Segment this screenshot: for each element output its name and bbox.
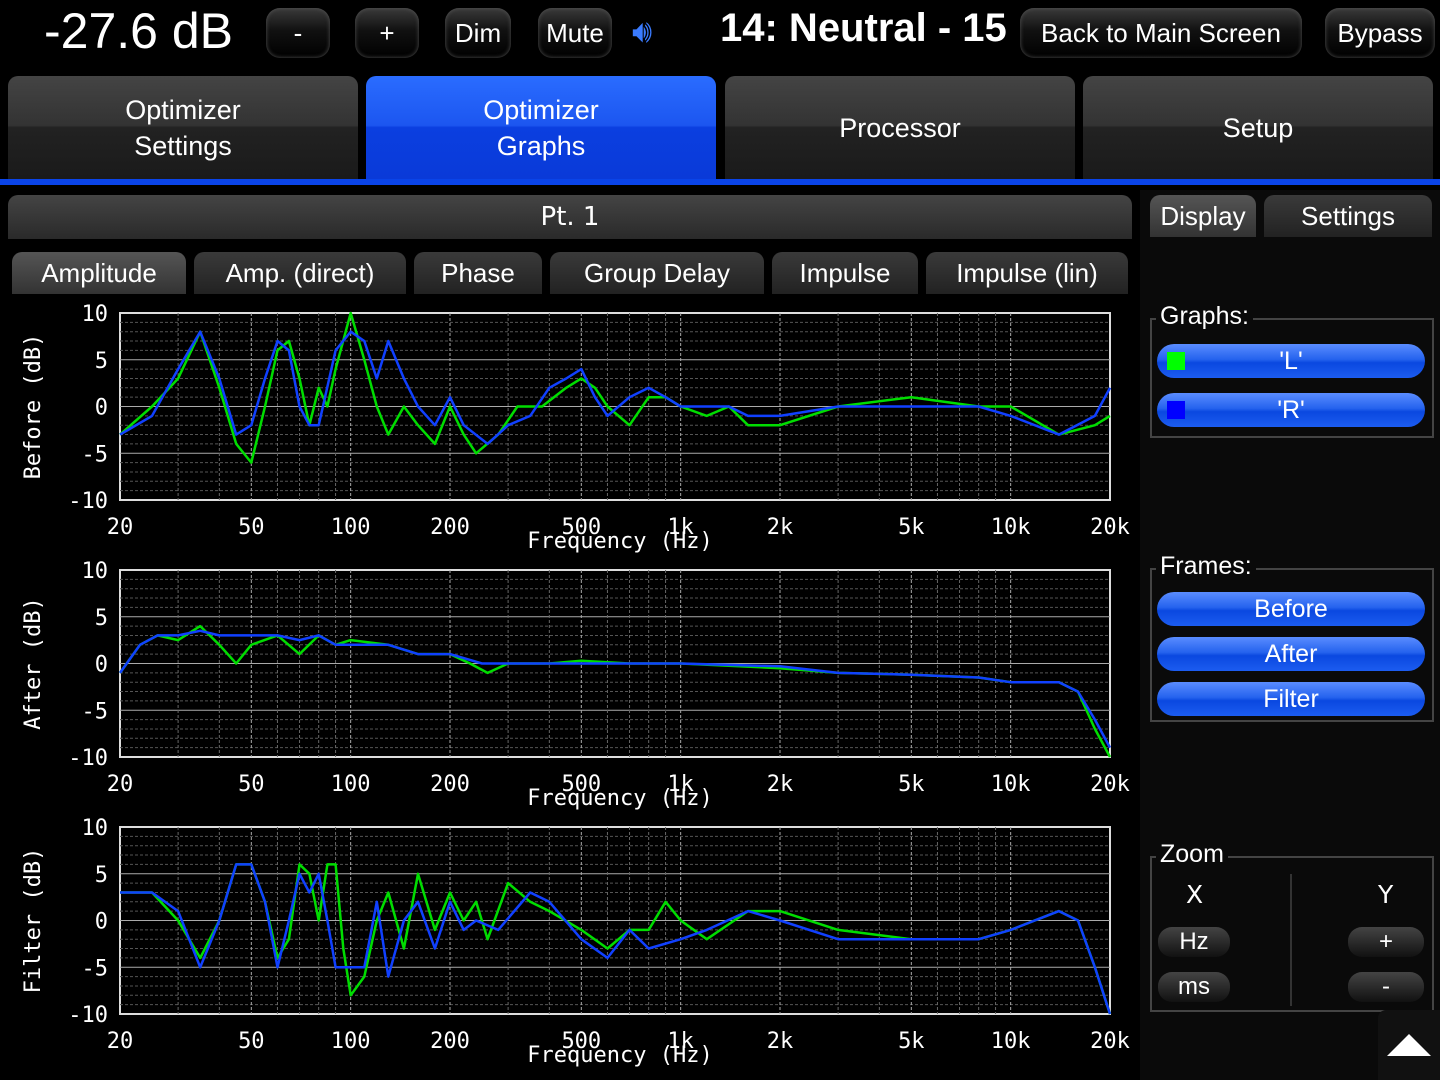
- x-axis-label: Frequency (Hz): [527, 1043, 712, 1068]
- graph-2: 1050-5-1020 50 100 200 500 1k 2k 5k 10k 20kFreque…: [21, 816, 1130, 1068]
- volume-up-button[interactable]: +: [355, 8, 419, 58]
- x-tick-label: 5k: [898, 515, 925, 540]
- subtab-phase[interactable]: Phase: [414, 252, 542, 294]
- x-axis-label: Frequency (Hz): [527, 786, 712, 811]
- zoom-y-label: Y: [1378, 880, 1394, 909]
- frame-before-button[interactable]: Before: [1157, 592, 1425, 626]
- back-to-main-button[interactable]: Back to Main Screen: [1020, 8, 1302, 58]
- x-tick-label: 200: [430, 772, 470, 797]
- y-tick-label: -5: [82, 699, 109, 724]
- side-tab-settings[interactable]: Settings: [1264, 195, 1432, 237]
- y-tick-label: 0: [95, 653, 108, 678]
- bypass-button[interactable]: Bypass: [1325, 8, 1435, 58]
- y-tick-label: 5: [95, 349, 108, 374]
- y-tick-label: -5: [82, 442, 109, 467]
- tab-setup[interactable]: Setup: [1083, 76, 1433, 179]
- x-tick-label: 20: [107, 1029, 134, 1054]
- graph-r-button[interactable]: 'R': [1157, 393, 1425, 427]
- tab-processor[interactable]: Processor: [725, 76, 1075, 179]
- x-tick-label: 5k: [898, 772, 925, 797]
- zoom-x-label: X: [1186, 880, 1204, 909]
- zoom-label: Zoom: [1156, 840, 1228, 869]
- tab-optimizer-graphs[interactable]: Optimizer Graphs: [366, 76, 716, 179]
- graph-r-label: 'R': [1277, 395, 1305, 424]
- y-tick-label: -10: [68, 746, 108, 771]
- zoom-y-in-button[interactable]: +: [1348, 927, 1424, 957]
- subtab-impulse-lin[interactable]: Impulse (lin): [926, 252, 1128, 294]
- graphs-area: 1050-5-1020 50 100 200 500 1k 2k 5k 10k 20kFreque…: [21, 302, 1130, 1068]
- x-tick-label: 10k: [991, 772, 1031, 797]
- x-tick-label: 100: [331, 1029, 371, 1054]
- blue-swatch-icon: [1167, 401, 1185, 419]
- x-tick-label: 50: [238, 1029, 265, 1054]
- graph-l-button[interactable]: 'L': [1157, 344, 1425, 378]
- mute-button[interactable]: Mute: [538, 8, 612, 58]
- subtab-impulse[interactable]: Impulse: [772, 252, 918, 294]
- x-tick-label: 200: [430, 515, 470, 540]
- y-tick-label: 10: [82, 302, 109, 327]
- frame-filter-button[interactable]: Filter: [1157, 682, 1425, 716]
- triangle-up-icon: [1387, 1034, 1431, 1056]
- graph-0: 1050-5-1020 50 100 200 500 1k 2k 5k 10k 20kFreque…: [21, 302, 1130, 554]
- graph-l-label: 'L': [1279, 346, 1303, 375]
- volume-down-button[interactable]: -: [266, 8, 330, 58]
- scroll-up-button[interactable]: [1378, 1010, 1440, 1080]
- y-tick-label: 0: [95, 910, 108, 935]
- x-tick-label: 20: [107, 772, 134, 797]
- x-tick-label: 2k: [767, 1029, 794, 1054]
- zoom-divider: [1290, 874, 1292, 1006]
- x-tick-label: 50: [238, 515, 265, 540]
- side-tab-display[interactable]: Display: [1150, 195, 1256, 237]
- frames-label: Frames:: [1156, 552, 1256, 581]
- y-axis-label: Before (dB): [21, 334, 46, 480]
- x-tick-label: 20k: [1090, 772, 1130, 797]
- y-tick-label: -5: [82, 956, 109, 981]
- x-tick-label: 20: [107, 515, 134, 540]
- green-swatch-icon: [1167, 352, 1185, 370]
- zoom-x-ms-button[interactable]: ms: [1158, 972, 1230, 1002]
- x-tick-label: 2k: [767, 515, 794, 540]
- y-tick-label: 5: [95, 606, 108, 631]
- x-tick-label: 100: [331, 515, 371, 540]
- y-axis-label: After (dB): [21, 597, 46, 729]
- graph-1: 1050-5-1020 50 100 200 500 1k 2k 5k 10k 20kFreque…: [21, 559, 1130, 811]
- y-axis-label: Filter (dB): [21, 848, 46, 994]
- x-tick-label: 2k: [767, 772, 794, 797]
- y-tick-label: 0: [95, 396, 108, 421]
- y-tick-label: -10: [68, 489, 108, 514]
- preset-title[interactable]: 14: Neutral - 15: [720, 6, 1007, 51]
- x-tick-label: 200: [430, 1029, 470, 1054]
- x-tick-label: 10k: [991, 515, 1031, 540]
- dim-button[interactable]: Dim: [445, 8, 511, 58]
- x-tick-label: 20k: [1090, 1029, 1130, 1054]
- x-tick-label: 50: [238, 772, 265, 797]
- volume-readout: -27.6 dB: [44, 3, 234, 59]
- point-header[interactable]: Pt. 1: [8, 195, 1132, 239]
- subtab-amplitude[interactable]: Amplitude: [12, 252, 186, 294]
- x-axis-label: Frequency (Hz): [527, 529, 712, 554]
- subtab-group-delay[interactable]: Group Delay: [550, 252, 764, 294]
- x-tick-label: 100: [331, 772, 371, 797]
- subtab-amp-direct[interactable]: Amp. (direct): [194, 252, 406, 294]
- tab-optimizer-settings[interactable]: Optimizer Settings: [8, 76, 358, 179]
- zoom-y-out-button[interactable]: -: [1348, 972, 1424, 1002]
- zoom-x-hz-button[interactable]: Hz: [1158, 927, 1230, 957]
- frame-after-button[interactable]: After: [1157, 637, 1425, 671]
- y-tick-label: 10: [82, 559, 109, 584]
- y-tick-label: -10: [68, 1003, 108, 1028]
- tab-divider: [0, 179, 1440, 185]
- x-tick-label: 20k: [1090, 515, 1130, 540]
- graphs-label: Graphs:: [1156, 302, 1253, 331]
- y-tick-label: 10: [82, 816, 109, 841]
- x-tick-label: 10k: [991, 1029, 1031, 1054]
- x-tick-label: 5k: [898, 1029, 925, 1054]
- speaker-icon: 🔊︎: [632, 12, 653, 50]
- y-tick-label: 5: [95, 863, 108, 888]
